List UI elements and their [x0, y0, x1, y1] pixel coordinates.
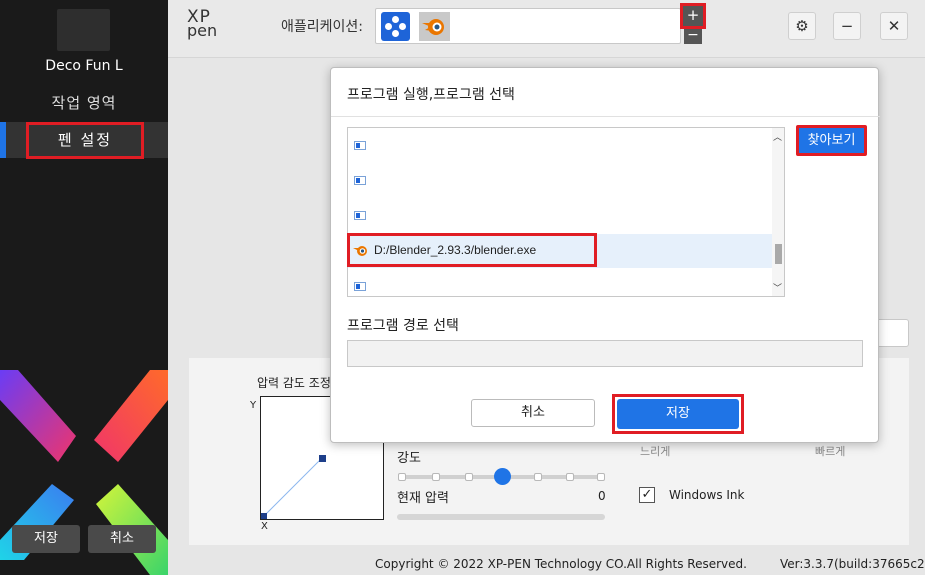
- curve-origin-handle[interactable]: [261, 513, 267, 519]
- dialog-cancel-button[interactable]: 취소: [471, 399, 595, 427]
- list-item[interactable]: [348, 128, 772, 162]
- fast-label: 빠르게: [815, 445, 846, 458]
- program-icon: [354, 176, 366, 185]
- slider-tick: [432, 473, 440, 481]
- dialog-save-button[interactable]: 저장: [617, 399, 739, 429]
- chevron-down-icon[interactable]: ﹀: [773, 281, 782, 294]
- program-icon: [354, 282, 366, 291]
- current-pressure-label: 현재 압력: [397, 491, 449, 506]
- partial-input-field[interactable]: [876, 319, 909, 347]
- curve-handle[interactable]: [319, 455, 326, 462]
- slow-label: 느리게: [640, 445, 671, 458]
- program-path-label: 프로그램 경로 선택: [347, 318, 459, 334]
- dialog-save-highlight: 저장: [612, 394, 744, 434]
- add-application-button[interactable]: +: [680, 3, 706, 29]
- blender-icon: [422, 19, 444, 35]
- pressure-sensitivity-title: 압력 감도 조정: [257, 376, 331, 390]
- slider-tick: [534, 473, 542, 481]
- close-button[interactable]: ✕: [880, 12, 908, 40]
- list-item[interactable]: [348, 163, 772, 197]
- axis-y-label: Y: [250, 400, 257, 411]
- dialog-title: 프로그램 실행,프로그램 선택: [347, 87, 515, 103]
- decorative-x-logo: [0, 370, 168, 575]
- windows-ink-label: Windows Ink: [669, 488, 745, 502]
- minimize-button[interactable]: −: [833, 12, 861, 40]
- slider-tick: [566, 473, 574, 481]
- browse-button[interactable]: 찾아보기: [796, 125, 867, 156]
- current-pressure-bar: [397, 514, 605, 520]
- chevron-up-icon[interactable]: ︿: [773, 130, 782, 143]
- axis-x-label: X: [261, 521, 268, 532]
- program-path-input[interactable]: [347, 340, 863, 367]
- copyright-text: Copyright © 2022 XP-PEN Technology CO.Al…: [375, 557, 747, 571]
- windows-ink-checkbox[interactable]: ✓: [639, 487, 655, 503]
- program-icon: [354, 141, 366, 150]
- strength-label: 강도: [397, 451, 421, 466]
- all-apps-icon[interactable]: [381, 12, 410, 41]
- applications-label: 애플리케이션:: [281, 19, 363, 35]
- blender-app-icon[interactable]: [419, 12, 450, 41]
- remove-application-button[interactable]: −: [684, 28, 702, 44]
- sidebar-cancel-button[interactable]: 취소: [88, 525, 156, 553]
- list-item[interactable]: [348, 269, 772, 296]
- list-scrollbar[interactable]: ︿ ﹀: [772, 128, 784, 296]
- program-list[interactable]: D:/Blender_2.93.3/blender.exe ︿ ﹀: [347, 127, 785, 297]
- dialog-divider: [331, 116, 880, 117]
- version-text: Ver:3.3.7(build:37665c2): [780, 557, 925, 571]
- current-pressure-value: 0: [598, 489, 606, 503]
- sidebar-save-button[interactable]: 저장: [12, 525, 80, 553]
- select-program-dialog: 프로그램 실행,프로그램 선택 D:/Blender_2.93.3/blende…: [330, 67, 880, 443]
- gear-icon[interactable]: ⚙: [788, 12, 816, 40]
- selected-item-highlight: [347, 233, 597, 267]
- scrollbar-thumb[interactable]: [775, 244, 782, 264]
- list-item[interactable]: [348, 198, 772, 232]
- header-divider: [168, 57, 925, 58]
- slider-tick: [597, 473, 605, 481]
- slider-tick: [465, 473, 473, 481]
- slider-tick: [398, 473, 406, 481]
- sidebar: Deco Fun L 작업 영역 펜 설정 저장 취소: [0, 0, 168, 575]
- xppen-logo: XP pen: [187, 7, 218, 40]
- strength-slider-thumb[interactable]: [494, 468, 511, 485]
- program-icon: [354, 211, 366, 220]
